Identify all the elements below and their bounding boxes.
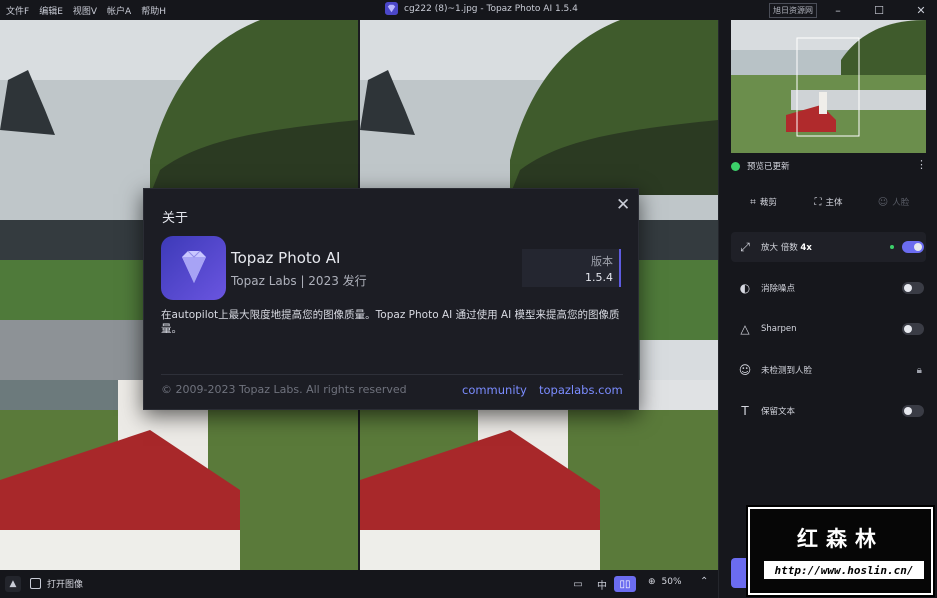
topaz-photo-ai-window: 文件F 编辑E 视图V 帐户A 帮助H cg222 (8)~1.jpg - To… <box>0 0 937 598</box>
zoom-value: 50% <box>661 577 682 587</box>
menu-bar: 文件F 编辑E 视图V 帐户A 帮助H <box>0 4 166 17</box>
minimize-icon[interactable]: – <box>830 2 846 18</box>
chevron-up-icon[interactable]: ▲ <box>5 576 21 592</box>
chevron-up-zoom-icon[interactable]: ⌃ <box>700 576 708 587</box>
face-recovery-label: 未检测到人脸 <box>761 366 813 376</box>
face-button[interactable]: ☺ 人脸 <box>861 188 926 216</box>
zoom-control[interactable]: ⊕ 50% <box>648 577 682 587</box>
menu-account[interactable]: 帐户A <box>107 4 131 17</box>
face-icon: ☺ <box>877 196 889 208</box>
lock-icon: 🔒︎ <box>916 364 922 376</box>
title-bar: 文件F 编辑E 视图V 帐户A 帮助H cg222 (8)~1.jpg - To… <box>0 0 937 20</box>
split-view-icon[interactable]: ▯▯ <box>614 576 636 592</box>
upscale-toggle[interactable] <box>902 241 924 253</box>
upscale-feature[interactable]: ⤢ 放大 倍数 4x <box>731 232 926 262</box>
app-description: 在autopilot上最大限度地提高您的图像质量。Topaz Photo AI … <box>161 309 620 335</box>
app-company: Topaz Labs | 2023 发行 <box>231 274 367 288</box>
more-options-icon[interactable]: ⋮ <box>916 158 927 171</box>
open-image-label: 打开图像 <box>47 580 84 590</box>
upscale-label: 放大 倍数 4x <box>761 243 812 253</box>
crop-label: 裁剪 <box>759 198 777 208</box>
version-value: 1.5.4 <box>585 271 613 284</box>
subject-icon: ⛶ <box>814 196 822 208</box>
denoise-feature[interactable]: ◐ 消除噪点 <box>731 273 926 303</box>
sharpen-icon: △ <box>740 322 750 336</box>
preserve-text-label: 保留文本 <box>761 407 796 417</box>
sharpen-label: Sharpen <box>761 324 797 334</box>
menu-file[interactable]: 文件F <box>6 4 29 17</box>
watermark-name: 红森林 <box>797 527 884 551</box>
check-icon <box>731 161 740 171</box>
zoom-icon: ⊕ <box>648 577 656 587</box>
topaz-logo-icon <box>385 2 398 15</box>
community-link[interactable]: community <box>462 383 527 397</box>
menu-edit[interactable]: 编辑E <box>39 4 63 17</box>
watermark: 红森林 http://www.hoslin.cn/ <box>748 507 933 595</box>
mirror-label: 旭日资源网 <box>769 3 817 18</box>
menu-help[interactable]: 帮助H <box>141 4 166 17</box>
single-view-icon[interactable]: ▭ <box>568 576 588 592</box>
dialog-title: 关于 <box>162 211 189 226</box>
text-icon: T <box>741 404 749 418</box>
close-window-icon[interactable]: ✕ <box>913 2 929 18</box>
app-name: Topaz Photo AI <box>231 249 341 267</box>
sharpen-toggle[interactable] <box>902 323 924 335</box>
denoise-icon: ◐ <box>739 281 751 295</box>
version-label: 版本 <box>591 255 613 268</box>
close-icon[interactable]: ✕ <box>616 195 630 215</box>
side-by-side-view-button[interactable]: 中 <box>592 576 612 592</box>
app-icon <box>161 236 226 300</box>
window-title: cg222 (8)~1.jpg - Topaz Photo AI 1.5.4 <box>385 2 578 15</box>
preview-status: 预览已更新 ⋮ <box>731 157 931 175</box>
tool-row: ⌗ 裁剪 ⛶ 主体 ☺ 人脸 <box>731 188 926 216</box>
preserve-text-feature[interactable]: T 保留文本 <box>731 396 926 426</box>
window-title-text: cg222 (8)~1.jpg - Topaz Photo AI 1.5.4 <box>404 3 578 14</box>
diamond-icon <box>181 250 206 283</box>
preview-status-text: 预览已更新 <box>747 162 790 172</box>
website-link[interactable]: topazlabs.com <box>539 383 623 397</box>
navigator-image <box>731 20 926 153</box>
open-image-button[interactable]: 打开图像 <box>30 577 83 590</box>
crop-button[interactable]: ⌗ 裁剪 <box>731 188 796 216</box>
sharpen-feature[interactable]: △ Sharpen <box>731 314 926 344</box>
maximize-icon[interactable]: ☐ <box>871 2 887 18</box>
navigator-thumbnail[interactable] <box>731 20 926 153</box>
crop-icon: ⌗ <box>750 196 756 208</box>
preserve-text-toggle[interactable] <box>902 405 924 417</box>
face-recovery-icon: ☺ <box>738 363 752 377</box>
version-box: 版本 1.5.4 <box>522 249 621 287</box>
face-label: 人脸 <box>892 198 910 208</box>
subject-label: 主体 <box>825 198 843 208</box>
denoise-toggle[interactable] <box>902 282 924 294</box>
upscale-factor: 4x <box>800 243 812 253</box>
subject-button[interactable]: ⛶ 主体 <box>796 188 861 216</box>
dialog-divider <box>161 374 623 375</box>
menu-view[interactable]: 视图V <box>73 4 97 17</box>
about-dialog: 关于 ✕ Topaz Photo AI Topaz Labs | 2023 发行… <box>143 188 639 410</box>
watermark-url: http://www.hoslin.cn/ <box>764 561 924 579</box>
image-icon <box>30 578 41 589</box>
copyright-text: © 2009-2023 Topaz Labs. All rights reser… <box>161 383 407 396</box>
face-recovery-feature: ☺ 未检测到人脸 🔒︎ <box>731 355 926 385</box>
denoise-label: 消除噪点 <box>761 284 796 294</box>
bottom-toolbar: ▲ 打开图像 ▭ 中 ▯▯ ⊕ 50% ⌃ <box>0 570 718 598</box>
active-dot <box>890 245 894 249</box>
upscale-icon: ⤢ <box>740 239 750 254</box>
